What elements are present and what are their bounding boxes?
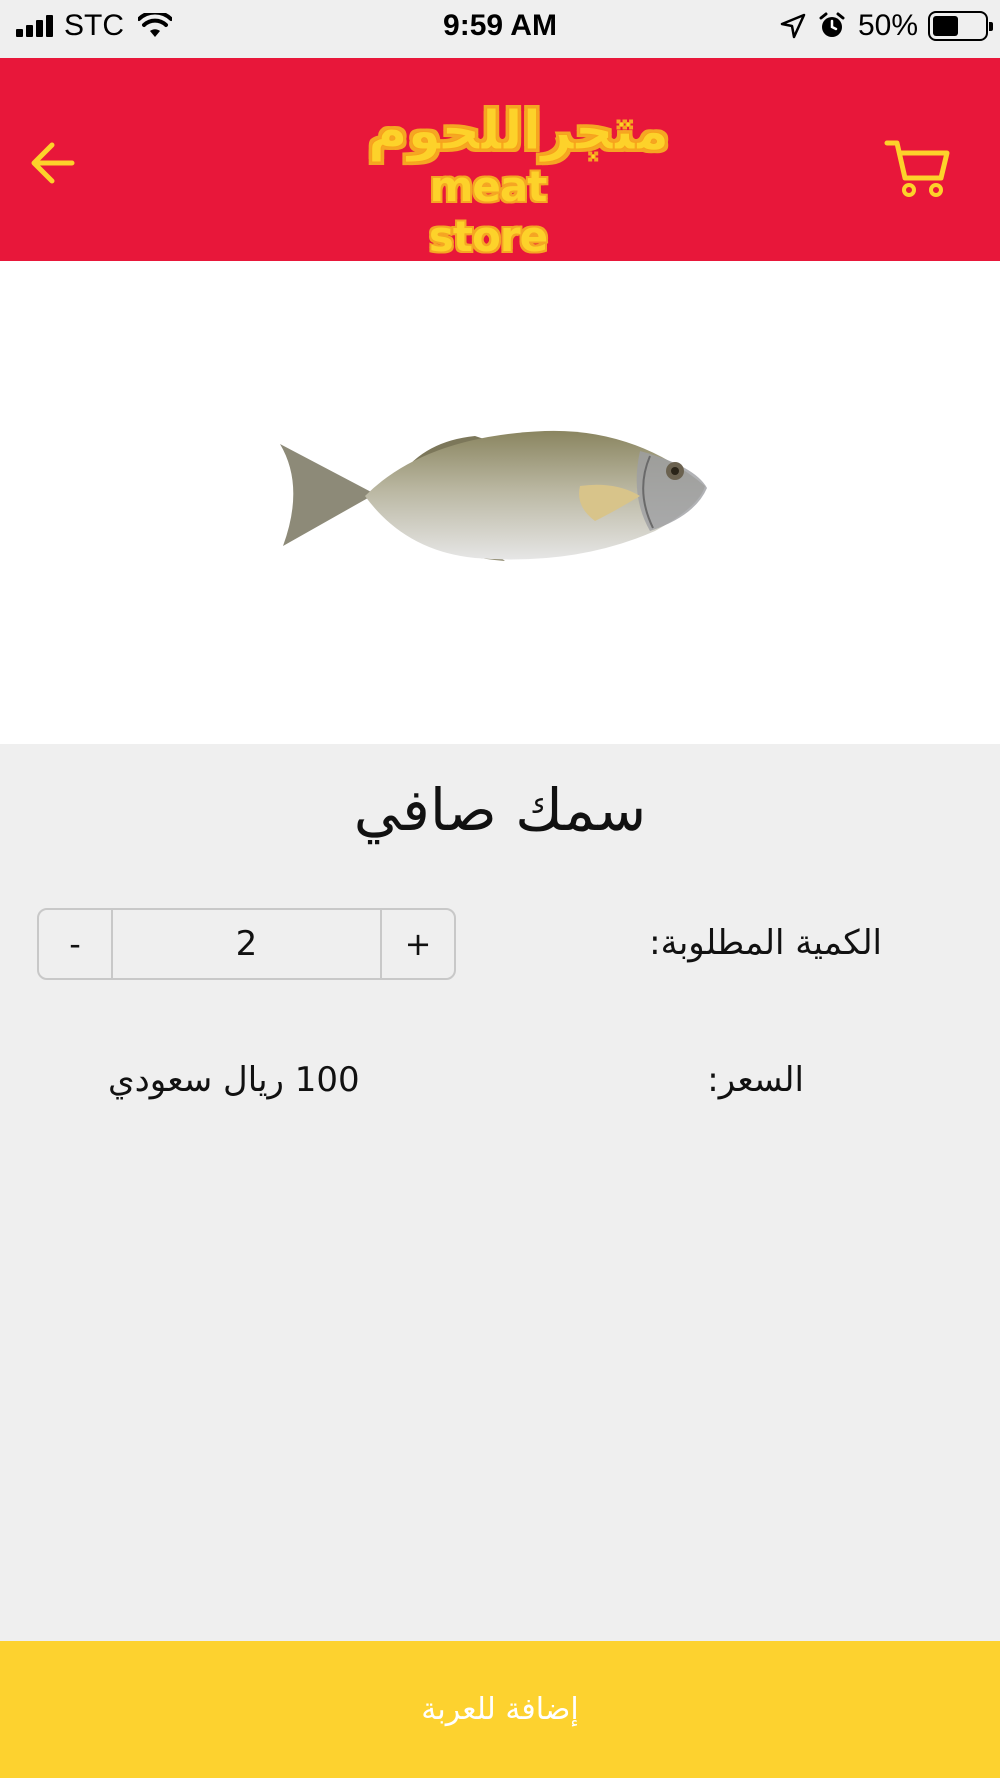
logo-arabic: متجراللحوم bbox=[368, 99, 670, 162]
logo-english: meat store bbox=[428, 162, 548, 261]
price-label: السعر: bbox=[707, 1060, 804, 1100]
product-image-area bbox=[0, 261, 1000, 744]
quantity-stepper: - 2 + bbox=[37, 908, 456, 980]
battery-percent: 50% bbox=[857, 9, 918, 42]
add-to-cart-label: إضافة للعربة bbox=[421, 1692, 579, 1727]
shopping-cart-icon[interactable] bbox=[884, 138, 950, 198]
location-arrow-icon bbox=[780, 13, 806, 39]
battery-icon bbox=[928, 11, 993, 41]
arrow-left-icon[interactable] bbox=[30, 142, 76, 184]
app-header: متجراللحوم meat store bbox=[0, 58, 1000, 261]
status-bar: STC 9:59 AM 50% bbox=[0, 0, 1000, 58]
quantity-label: الكمية المطلوبة: bbox=[649, 923, 882, 963]
battery-fill bbox=[933, 16, 958, 36]
quantity-value[interactable]: 2 bbox=[111, 910, 382, 978]
product-name: سمك صافي bbox=[353, 776, 647, 844]
add-to-cart-button[interactable]: إضافة للعربة bbox=[0, 1641, 1000, 1778]
decrement-button[interactable]: - bbox=[39, 910, 111, 978]
status-right: 50% bbox=[780, 8, 993, 44]
alarm-icon bbox=[819, 12, 845, 37]
price-value: 100 ريال سعودي bbox=[108, 1060, 360, 1100]
fish-image bbox=[280, 430, 707, 561]
meat-store-logo: متجراللحوم meat store bbox=[368, 99, 670, 261]
increment-button[interactable]: + bbox=[382, 910, 454, 978]
product-detail-screen: STC 9:59 AM 50% متجراللحوم meat store سم… bbox=[0, 0, 1000, 1778]
